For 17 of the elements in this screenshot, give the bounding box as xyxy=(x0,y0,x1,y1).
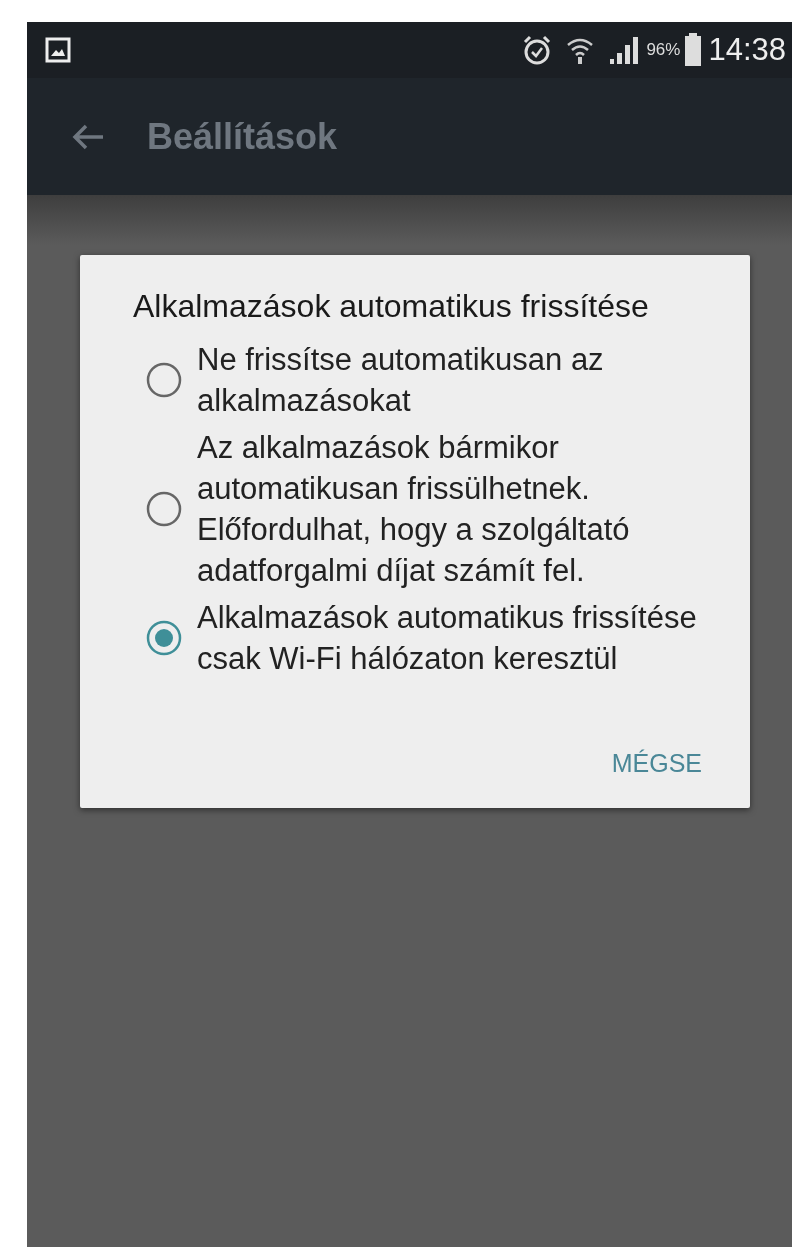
battery-percent: 96% xyxy=(646,40,681,60)
radio-button[interactable] xyxy=(145,619,183,657)
radio-option[interactable]: Az alkalmazások bármikor automatikusan frissülhetnek. Előfordulhat, hogy a szolgáltató adatforgalmi díjat számít fel. xyxy=(145,427,710,591)
clock-time: 14:38 xyxy=(708,32,786,68)
radio-button[interactable] xyxy=(145,361,183,399)
battery-icon xyxy=(684,33,703,67)
option-label: Az alkalmazások bármikor automatikusan frissülhetnek. Előfordulhat, hogy a szolgáltató adatforgalmi díjat számít fel. xyxy=(197,429,631,590)
toolbar-title: Beállítások xyxy=(147,115,338,158)
back-button[interactable] xyxy=(71,122,105,151)
dialog-title: Alkalmazások automatikus frissítése xyxy=(133,287,650,326)
radio-option[interactable]: Ne frissítse automatikusan az alkalmazásokat xyxy=(145,339,710,421)
signal-icon xyxy=(608,35,641,65)
picture-notification-icon xyxy=(45,37,71,63)
back-arrow-icon xyxy=(71,122,105,151)
alarm-clock-icon xyxy=(522,34,553,66)
option-label: Ne frissítse automatikusan az alkalmazásokat xyxy=(197,341,605,420)
radio-button[interactable] xyxy=(145,490,183,528)
